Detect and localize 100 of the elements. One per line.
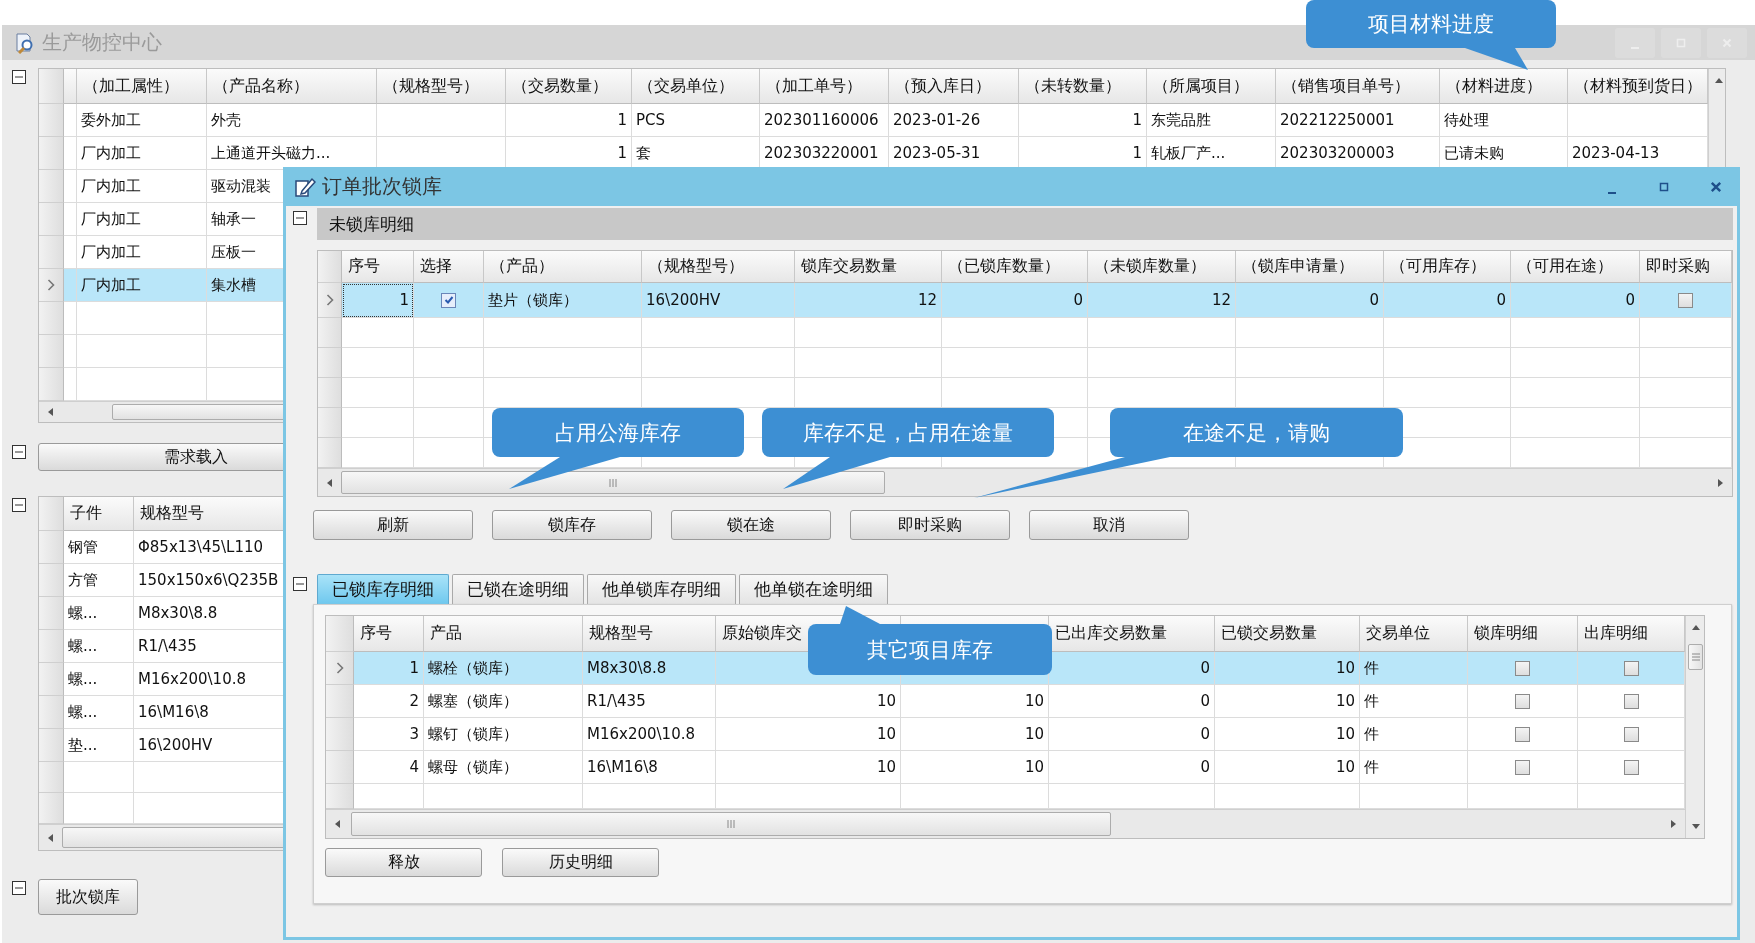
action-button[interactable]: 锁库存 bbox=[492, 510, 652, 540]
row-header[interactable] bbox=[318, 438, 342, 468]
collapse-icon[interactable] bbox=[12, 498, 26, 512]
row-header[interactable] bbox=[39, 663, 64, 696]
row-header[interactable] bbox=[39, 630, 64, 663]
table-cell: 2 bbox=[354, 685, 424, 718]
tab[interactable]: 已锁在途明细 bbox=[452, 574, 584, 604]
row-header[interactable] bbox=[39, 531, 64, 564]
row-header[interactable] bbox=[326, 784, 354, 809]
up-arrow-icon[interactable] bbox=[1690, 623, 1701, 633]
row-header[interactable] bbox=[39, 729, 64, 762]
tab[interactable]: 他单锁库存明细 bbox=[587, 574, 736, 604]
row-header[interactable] bbox=[39, 236, 64, 269]
horizontal-scrollbar[interactable] bbox=[326, 809, 1685, 838]
action-button[interactable]: 刷新 bbox=[313, 510, 473, 540]
row-header[interactable] bbox=[39, 564, 64, 597]
checkbox[interactable] bbox=[441, 292, 456, 308]
batch-lock-button[interactable]: 批次锁库 bbox=[38, 879, 138, 915]
row-header[interactable] bbox=[39, 793, 64, 824]
row-header[interactable] bbox=[39, 137, 64, 170]
table-cell: 厂内加工 bbox=[77, 269, 207, 302]
column-header[interactable]: 子件 bbox=[64, 497, 134, 531]
table-row[interactable]: 2 螺塞（锁库） R1/\435 10 10 0 10 件 bbox=[326, 685, 1685, 718]
action-button[interactable]: 释放 bbox=[325, 848, 482, 877]
table-cell: 待处理 bbox=[1440, 104, 1568, 137]
table-cell: 螺... bbox=[64, 696, 134, 729]
column-header[interactable]: （产品名称） bbox=[207, 69, 377, 104]
vertical-scrollbar[interactable] bbox=[1685, 616, 1704, 838]
empty-cell bbox=[414, 378, 484, 408]
table-row[interactable]: 4 螺母（锁库） 16\M16\8 10 10 0 10 件 bbox=[326, 751, 1685, 784]
checkbox[interactable] bbox=[1623, 660, 1639, 676]
row-header[interactable] bbox=[39, 104, 64, 137]
row-header[interactable] bbox=[39, 696, 64, 729]
table-cell: 1 bbox=[342, 283, 414, 318]
row-header[interactable] bbox=[39, 269, 64, 302]
scrollbar-thumb[interactable] bbox=[1688, 644, 1703, 670]
row-header[interactable] bbox=[39, 335, 64, 368]
table-cell: 10 bbox=[1215, 685, 1360, 718]
column-header[interactable]: （材料进度） bbox=[1440, 69, 1568, 104]
action-button[interactable]: 历史明细 bbox=[502, 848, 659, 877]
row-header[interactable] bbox=[39, 368, 64, 401]
row-header[interactable] bbox=[326, 718, 354, 751]
row-header[interactable] bbox=[318, 408, 342, 438]
checkbox[interactable] bbox=[1515, 660, 1530, 676]
collapse-icon[interactable] bbox=[12, 881, 26, 895]
scrollbar-thumb[interactable] bbox=[351, 812, 1111, 836]
checkbox[interactable] bbox=[1623, 693, 1639, 709]
checkbox[interactable] bbox=[1515, 759, 1530, 775]
row-header[interactable] bbox=[39, 302, 64, 335]
table-cell: 10 bbox=[716, 685, 901, 718]
column-header[interactable]: （规格型号） bbox=[377, 69, 506, 104]
row-header[interactable] bbox=[39, 762, 64, 793]
row-header[interactable] bbox=[318, 348, 342, 378]
column-header[interactable]: （加工属性） bbox=[77, 69, 207, 104]
empty-cell bbox=[64, 203, 77, 236]
checkbox[interactable] bbox=[1678, 292, 1693, 308]
checkbox[interactable] bbox=[1515, 726, 1530, 742]
table-cell: 10 bbox=[716, 718, 901, 751]
minimize-button[interactable] bbox=[1615, 27, 1655, 58]
table-row[interactable]: 1 垫片（锁库） 16\200HV 12 0 12 0 0 0 bbox=[318, 283, 1732, 318]
column-header[interactable]: （销售项目单号） bbox=[1276, 69, 1440, 104]
action-button[interactable]: 取消 bbox=[1029, 510, 1189, 540]
collapse-icon[interactable] bbox=[292, 577, 307, 591]
row-header[interactable] bbox=[326, 751, 354, 784]
action-button[interactable]: 锁在途 bbox=[671, 510, 831, 540]
collapse-icon[interactable] bbox=[292, 211, 307, 225]
horizontal-scrollbar[interactable] bbox=[318, 468, 1732, 496]
column-header[interactable] bbox=[64, 69, 77, 104]
table-cell: 钢管 bbox=[64, 531, 134, 564]
column-header[interactable]: （交易数量） bbox=[506, 69, 632, 104]
row-header[interactable] bbox=[318, 378, 342, 408]
row-header[interactable] bbox=[318, 283, 342, 318]
section-header: 未锁库明细 bbox=[317, 208, 1733, 240]
checkbox[interactable] bbox=[1623, 726, 1639, 742]
tab[interactable]: 他单锁在途明细 bbox=[739, 574, 888, 604]
row-header[interactable] bbox=[39, 597, 64, 630]
scrollbar-thumb[interactable] bbox=[341, 471, 885, 494]
row-header[interactable] bbox=[39, 170, 64, 203]
column-header[interactable]: （所属项目） bbox=[1147, 69, 1276, 104]
checkbox[interactable] bbox=[1623, 759, 1639, 775]
down-arrow-icon[interactable] bbox=[1690, 821, 1701, 831]
table-cell: 厂内加工 bbox=[77, 170, 207, 203]
table-row[interactable]: 3 螺钉（锁库） M16x200\10.8 10 10 0 10 件 bbox=[326, 718, 1685, 751]
action-button[interactable]: 即时采购 bbox=[850, 510, 1010, 540]
row-header[interactable] bbox=[326, 652, 354, 685]
up-arrow-icon[interactable] bbox=[1713, 76, 1724, 86]
column-header[interactable]: （交易单位） bbox=[632, 69, 760, 104]
column-header[interactable]: （预入库日） bbox=[889, 69, 1019, 104]
collapse-icon[interactable] bbox=[12, 445, 26, 459]
table-cell: 202301160006 bbox=[760, 104, 889, 137]
row-header[interactable] bbox=[39, 203, 64, 236]
checkbox[interactable] bbox=[1515, 693, 1530, 709]
row-header[interactable] bbox=[318, 318, 342, 348]
collapse-icon[interactable] bbox=[12, 70, 26, 84]
column-header[interactable]: （加工单号） bbox=[760, 69, 889, 104]
empty-cell bbox=[64, 335, 77, 368]
tab[interactable]: 已锁库存明细 bbox=[317, 574, 449, 604]
table-row[interactable]: 委外加工 外壳 1 PCS 202301160006 2023-01-26 1 东莞品胜 202212250001 待处理 bbox=[39, 104, 1708, 137]
row-header[interactable] bbox=[326, 685, 354, 718]
column-header[interactable]: （未转数量） bbox=[1019, 69, 1147, 104]
